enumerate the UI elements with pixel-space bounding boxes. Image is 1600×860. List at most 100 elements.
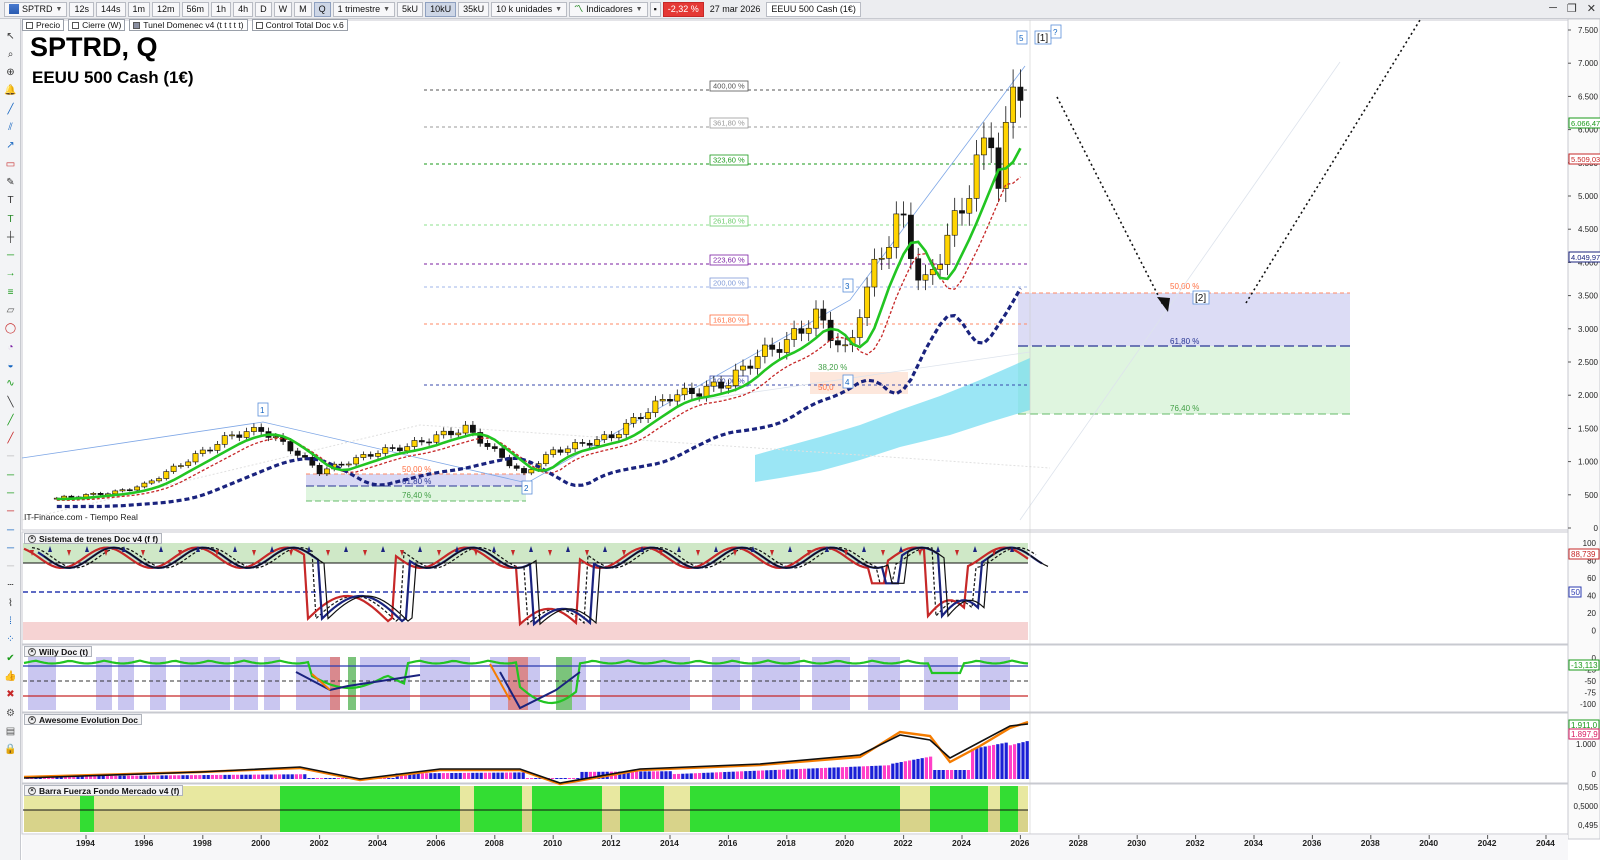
checkbox-icon[interactable] — [26, 21, 33, 29]
candle-body — [513, 465, 520, 469]
awesome-bar — [492, 772, 496, 779]
awesome-bar — [815, 768, 819, 779]
x-tick-label: 2018 — [777, 838, 796, 848]
awesome-bar — [656, 771, 660, 779]
awesome-bar — [971, 748, 975, 779]
awesome-bar — [206, 775, 210, 779]
x-tick-label: 2024 — [952, 838, 971, 848]
x-tick-label: 2040 — [1419, 838, 1438, 848]
candle-body — [521, 468, 527, 474]
panel-header-barra[interactable]: × Barra Fuerza Fondo Mercado v4 (f) — [24, 785, 184, 796]
close-panel-icon[interactable]: × — [28, 786, 36, 795]
awesome-bar — [454, 772, 458, 779]
candle-body — [491, 446, 498, 449]
awesome-bar — [920, 758, 924, 779]
awesome-bar — [1008, 745, 1012, 779]
awesome-bar — [105, 775, 109, 779]
chart-canvas[interactable]: 50,00 %61,80 %76,40 %50,00 %61,80 %76,40… — [0, 0, 1600, 860]
panel-header-awesome[interactable]: × Awesome Evolution Doc — [24, 714, 143, 725]
candle-body — [440, 430, 447, 436]
barra-segment — [280, 786, 460, 810]
close-panel-icon[interactable]: × — [28, 715, 36, 724]
candle-body — [542, 454, 549, 464]
wave-label: [1] — [1037, 33, 1048, 44]
x-tick-label: 2012 — [602, 838, 621, 848]
willy-shade — [150, 657, 166, 710]
candle-body — [615, 434, 622, 439]
awesome-bar — [97, 775, 101, 779]
candle-body — [367, 454, 374, 457]
awesome-bar — [1017, 743, 1021, 779]
awesome-bar — [992, 744, 996, 779]
awesome-bar — [954, 770, 958, 779]
awesome-bar — [828, 767, 832, 779]
candle-body — [667, 399, 673, 402]
candle-body — [710, 381, 717, 387]
barra-segment — [602, 786, 620, 810]
barra-segment — [24, 810, 80, 832]
candle-body — [769, 344, 776, 350]
candle-body — [499, 448, 505, 458]
awesome-bar — [269, 774, 273, 779]
barra-segment — [620, 786, 664, 810]
awesome-bar — [891, 763, 895, 779]
awesome-bar — [639, 771, 643, 779]
wave-label: [2] — [1195, 293, 1206, 304]
candle-body — [207, 449, 213, 452]
awesome-bar — [504, 772, 508, 779]
candle-body — [272, 436, 279, 438]
candle-body — [798, 328, 805, 334]
y-tick-label: 1.500 — [1578, 424, 1599, 433]
willy-shade — [234, 657, 258, 710]
trenes-badge: 88,739 — [1571, 550, 1596, 559]
trenes-oversold-zone — [23, 622, 1028, 640]
candle-body — [725, 385, 732, 389]
awesome-bar — [819, 768, 823, 779]
y-tick-label: 2.000 — [1578, 391, 1599, 400]
checkbox-icon[interactable] — [133, 21, 141, 29]
awesome-bar — [189, 775, 193, 779]
close-panel-icon[interactable]: × — [28, 534, 36, 543]
checkbox-icon[interactable] — [255, 21, 263, 29]
awesome-bar — [916, 758, 920, 779]
close-panel-icon[interactable]: × — [28, 647, 36, 656]
awesome-bar — [328, 778, 332, 779]
awesome-bar — [786, 769, 790, 779]
awesome-bar — [748, 770, 752, 779]
willy-shade — [600, 657, 690, 710]
panel-header-willy[interactable]: × Willy Doc (t) — [24, 646, 93, 657]
awesome-bar — [282, 774, 286, 779]
candle-body — [375, 453, 381, 457]
candle-body — [141, 482, 148, 488]
panel-header-trenes[interactable]: × Sistema de trenes Doc v4 (f f) — [24, 533, 163, 544]
candle-body — [776, 349, 783, 353]
x-tick-label: 1994 — [76, 838, 95, 848]
y-tick-label: 0,5000 — [1574, 802, 1599, 811]
awesome-bar — [122, 775, 126, 779]
candle-body — [886, 247, 892, 259]
candle-body — [623, 422, 630, 435]
legend-item[interactable]: Control Total Doc v.6 — [251, 19, 348, 31]
candle-body — [564, 448, 571, 453]
candle-body — [243, 431, 250, 438]
willy-red-shade — [330, 657, 340, 710]
legend-item[interactable]: Cierre (W) — [68, 19, 126, 31]
checkbox-icon[interactable] — [72, 21, 80, 29]
wave-label: 5 — [1019, 34, 1024, 43]
candle-body — [572, 442, 578, 450]
awesome-bar — [164, 775, 168, 779]
awesome-bar — [290, 774, 294, 779]
awesome-bar — [798, 768, 802, 779]
awesome-bar — [790, 769, 794, 779]
awesome-bar — [437, 773, 441, 779]
candle-body — [980, 137, 987, 156]
candle-body — [90, 493, 97, 495]
awesome-bar — [567, 778, 571, 779]
willy-shade — [118, 657, 134, 710]
legend-item[interactable]: Tunel Domenec v4 (t t t t t) — [129, 19, 248, 31]
awesome-bar — [651, 771, 655, 779]
awesome-bar — [777, 769, 781, 779]
awesome-bar — [727, 771, 731, 779]
candle-body — [199, 449, 206, 454]
legend-item[interactable]: Precio — [22, 19, 65, 31]
